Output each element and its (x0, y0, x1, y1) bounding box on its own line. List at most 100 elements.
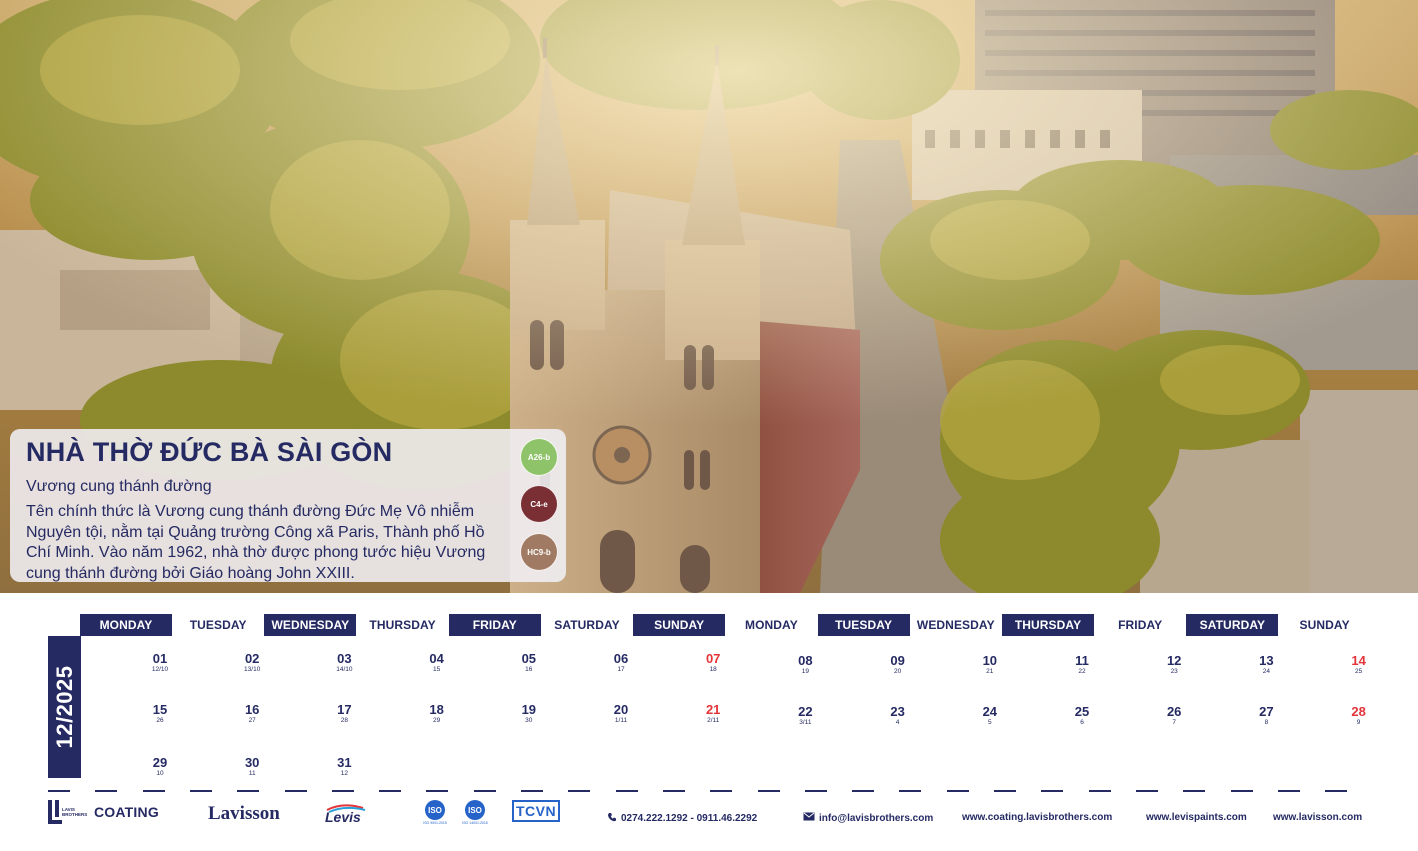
calendar-grid: MONDAY TUESDAY WEDNESDAY THURSDAY FRIDAY SATU… (0, 593, 1418, 793)
swatch-code: C4-e (530, 499, 548, 509)
lunar-date: 13/10 (244, 666, 261, 673)
divider-dash (615, 790, 638, 792)
calendar-day-cell: 21 2/11 (693, 703, 733, 725)
divider-dash (284, 790, 307, 792)
calendar-day-cell: 02 13/10 (232, 652, 272, 674)
day-number: 18 (429, 702, 444, 717)
day-number: 11 (1075, 653, 1089, 668)
weekday-header: MONDAY (744, 618, 798, 632)
weekday-header: TUESDAY (817, 614, 910, 636)
calendar-day-cell: 20 1/11 (601, 703, 641, 725)
day-number: 26 (1166, 704, 1182, 719)
website-lavisson-text[interactable]: www.lavisson.com (1273, 812, 1362, 823)
lunar-date: 11 (248, 770, 256, 777)
weekday-header: WEDNESDAY (916, 618, 995, 632)
lunar-date: 12/10 (151, 666, 169, 673)
calendar-day-cell: 07 18 (693, 652, 733, 674)
lunar-date: 1/11 (614, 717, 628, 724)
website-levispaints-link[interactable]: www.levispaints.com (1146, 812, 1247, 823)
phone-contact: 0274.222.1292 - 0911.46.2292 (607, 812, 757, 825)
day-number: 05 (521, 651, 537, 666)
day-number: 08 (798, 653, 813, 668)
lunar-date: 12 (340, 770, 348, 777)
footer: LAVIS BROTHERS COATING Lavisson Levis IS… (0, 793, 1418, 851)
calendar-day-cell: 17 28 (324, 703, 364, 725)
day-number: 09 (890, 653, 905, 668)
divider-dash (1325, 790, 1348, 792)
weekday-header: MONDAY (80, 614, 172, 636)
day-number: 31 (337, 755, 352, 770)
lunar-date: 29 (432, 717, 441, 724)
month-label: 12/2025 (51, 665, 77, 749)
email-contact[interactable]: info@lavisbrothers.com (803, 812, 933, 824)
website-levispaints-text[interactable]: www.levispaints.com (1146, 812, 1247, 823)
divider-dash (426, 790, 449, 792)
lunar-date: 22 (1078, 668, 1086, 675)
lunar-date: 28 (340, 717, 348, 724)
lunar-date: 27 (248, 717, 256, 724)
landmark-description: Tên chính thức là Vương cung thánh đường… (26, 503, 486, 582)
day-number: 23 (890, 704, 905, 719)
website-coating-text[interactable]: www.coating.lavisbrothers.com (962, 812, 1112, 823)
lunar-date: 24 (1262, 668, 1270, 675)
day-number: 03 (337, 651, 352, 666)
day-number: 24 (982, 704, 998, 719)
divider-dash (473, 790, 496, 792)
calendar-day-cell: 13 24 (1246, 654, 1286, 676)
lunar-date: 21 (986, 668, 994, 675)
website-coating-link[interactable]: www.coating.lavisbrothers.com (962, 812, 1112, 823)
weekday-header: WEDNESDAY (264, 614, 357, 636)
divider-dash (48, 790, 70, 792)
divider-dash (142, 790, 165, 792)
color-swatch-hc9b: HC9-b (520, 533, 558, 571)
divider-dash (994, 790, 1016, 792)
day-number: 27 (1259, 704, 1274, 719)
email-address[interactable]: info@lavisbrothers.com (819, 813, 933, 824)
divider-dash (189, 790, 212, 792)
calendar-day-cell: 26 7 (1154, 705, 1194, 727)
divider-dash (710, 790, 733, 792)
calendar-day-cell: 18 29 (417, 703, 457, 725)
calendar-day-cell: 12 23 (1154, 654, 1194, 676)
lunar-date: 20 (893, 668, 902, 675)
calendar-day-cell: 23 4 (878, 705, 918, 727)
mail-icon (803, 812, 815, 824)
website-lavisson-link[interactable]: www.lavisson.com (1273, 812, 1362, 823)
day-number: 20 (613, 702, 629, 717)
day-number: 25 (1074, 704, 1090, 719)
lavis-brothers-mark-text: LAVIS BROTHERS (62, 807, 88, 817)
color-swatch-c4e: C4-e (520, 485, 558, 523)
day-number: 04 (429, 651, 444, 666)
divider-dash (331, 790, 354, 792)
calendar-day-cell: 22 3/11 (785, 705, 825, 727)
calendar-day-cell: 11 22 (1062, 654, 1102, 676)
day-number: 17 (337, 702, 352, 717)
lunar-date: 23 (1170, 668, 1178, 675)
calendar-day-cell: 03 14/10 (324, 652, 364, 674)
lunar-date: 15 (432, 666, 441, 673)
iso-14001-badge-icon: ISO ISO 14001:2015 (461, 799, 489, 827)
landmark-subtitle: Vương cung thánh đường (26, 478, 212, 495)
svg-text:ISO: ISO (428, 806, 442, 815)
color-swatch-a26b: A26-b (520, 438, 558, 476)
month-label-tab: 12/2025 (48, 636, 81, 778)
day-number: 07 (705, 651, 721, 666)
swatch-code: HC9-b (527, 547, 551, 557)
divider-dash (568, 790, 591, 792)
lunar-date: 8 (1264, 719, 1269, 726)
day-number: 15 (152, 702, 168, 717)
calendar-day-cell: 24 5 (970, 705, 1010, 727)
svg-text:ISO: ISO (468, 806, 482, 815)
divider-dash (521, 790, 543, 792)
lunar-date: 18 (709, 666, 717, 673)
lunar-date: 2/11 (707, 717, 720, 724)
day-number: 12 (1166, 653, 1182, 668)
lunar-date: 26 (156, 717, 164, 724)
weekday-header: THURSDAY (369, 618, 436, 632)
lavisson-logo: Lavisson (208, 803, 280, 824)
divider-dash (662, 790, 685, 792)
weekday-header: SATURDAY (554, 618, 620, 632)
lunar-date: 25 (1354, 668, 1363, 675)
divider-dash (1277, 790, 1300, 792)
phone-icon (607, 812, 617, 825)
